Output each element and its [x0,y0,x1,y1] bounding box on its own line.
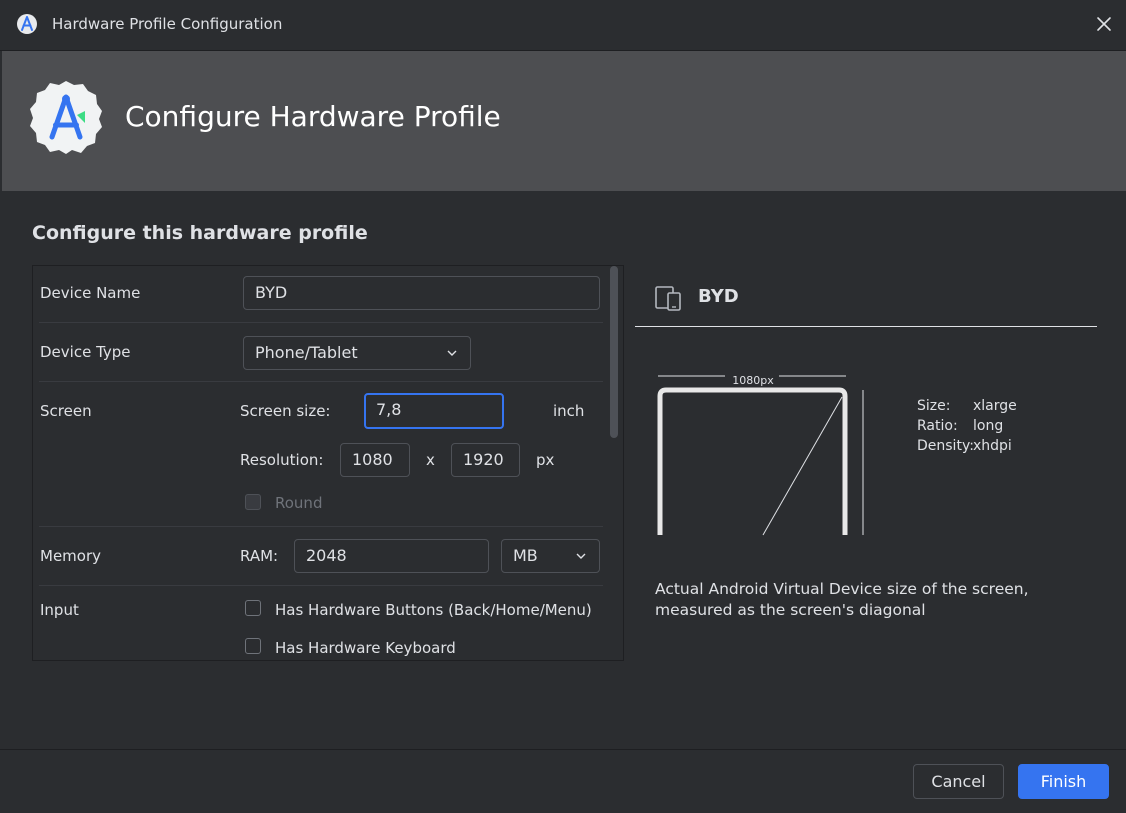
preview-width-label: 1080px [732,374,774,387]
resolution-height-input[interactable]: 1920 [451,443,520,477]
device-type-value: Phone/Tablet [255,343,358,362]
preview-divider [635,326,1097,327]
finish-button[interactable]: Finish [1018,764,1109,799]
stat-density: Density:xhdpi [917,438,1012,454]
footer-divider [0,749,1126,750]
ram-input[interactable]: 2048 [294,539,489,573]
preview-device-name: BYD [698,286,739,307]
stat-ratio: Ratio: long [917,418,1004,434]
chevron-down-icon [447,350,457,356]
row-divider [39,381,603,382]
row-divider [39,526,603,527]
field-description: Actual Android Virtual Device size of th… [655,580,1029,619]
chevron-down-icon [576,553,586,559]
device-name-input[interactable]: BYD [243,276,600,310]
row-divider [39,585,603,586]
resolution-unit: px [536,451,555,469]
round-checkbox[interactable] [245,494,261,510]
hardware-form-panel: Device Name BYD Device Type Phone/Tablet… [32,265,624,661]
android-studio-icon [17,14,37,34]
screen-preview-diagram: 1080px [657,373,864,536]
resolution-separator: x [426,451,435,469]
device-name-label: Device Name [40,284,141,302]
screen-stats: Size: xlarge Ratio: long Density:xhdpi [917,396,1017,456]
page-heading: Configure Hardware Profile [125,100,501,133]
close-icon[interactable] [1094,14,1114,34]
round-label: Round [275,494,323,512]
hardware-keyboard-checkbox[interactable] [245,638,261,654]
screen-label: Screen [40,402,92,420]
ram-unit-dropdown[interactable]: MB [501,539,600,573]
resolution-width-input[interactable]: 1080 [340,443,410,477]
row-divider [39,322,603,323]
hardware-buttons-label: Has Hardware Buttons (Back/Home/Menu) [275,601,592,619]
stat-size: Size: xlarge [917,398,1017,414]
ram-label: RAM: [240,547,279,565]
device-type-dropdown[interactable]: Phone/Tablet [243,336,471,370]
form-scrollbar[interactable] [610,266,618,438]
device-type-label: Device Type [40,343,131,361]
device-phone-tablet-icon [655,286,681,311]
screen-size-unit: inch [553,402,585,420]
hardware-buttons-checkbox[interactable] [245,600,261,616]
resolution-label: Resolution: [240,451,324,469]
title-bar: Hardware Profile Configuration [0,0,1126,51]
hardware-keyboard-label: Has Hardware Keyboard [275,639,456,657]
screen-size-label: Screen size: [240,402,331,420]
cancel-button[interactable]: Cancel [913,764,1004,799]
screen-size-input[interactable]: 7,8 [364,393,504,429]
ram-unit-value: MB [513,546,538,565]
window-title: Hardware Profile Configuration [52,15,283,33]
memory-label: Memory [40,547,102,565]
input-label: Input [40,601,79,619]
android-studio-logo [30,81,102,154]
header-banner: Configure Hardware Profile [2,51,1126,191]
section-title: Configure this hardware profile [32,222,368,244]
